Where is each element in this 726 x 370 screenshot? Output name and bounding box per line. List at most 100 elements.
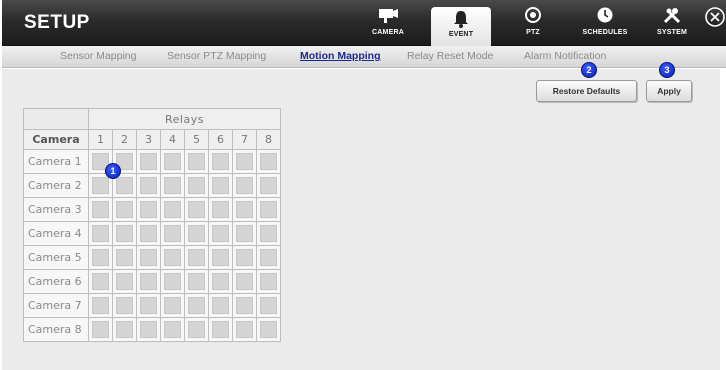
relay-checkbox[interactable]: [260, 225, 277, 242]
relay-toggle-cell[interactable]: [160, 149, 185, 174]
relay-toggle-cell[interactable]: [112, 197, 137, 222]
tab-alarm-notification[interactable]: Alarm Notification: [524, 50, 606, 62]
relay-toggle-cell[interactable]: [208, 173, 233, 198]
relay-checkbox[interactable]: [116, 201, 133, 218]
relay-toggle-cell[interactable]: [160, 173, 185, 198]
tab-sensor-ptz-mapping[interactable]: Sensor PTZ Mapping: [167, 50, 266, 62]
relay-checkbox[interactable]: [116, 249, 133, 266]
relay-checkbox[interactable]: [212, 297, 229, 314]
relay-checkbox[interactable]: [188, 153, 205, 170]
relay-checkbox[interactable]: [164, 297, 181, 314]
relay-checkbox[interactable]: [236, 273, 253, 290]
relay-toggle-cell[interactable]: [88, 269, 113, 294]
relay-toggle-cell[interactable]: [184, 269, 209, 294]
relay-toggle-cell[interactable]: [232, 269, 257, 294]
relay-checkbox[interactable]: [164, 225, 181, 242]
relay-checkbox[interactable]: [212, 321, 229, 338]
relay-checkbox[interactable]: [260, 201, 277, 218]
relay-toggle-cell[interactable]: [184, 317, 209, 342]
relay-toggle-cell[interactable]: [136, 173, 161, 198]
relay-checkbox[interactable]: [236, 297, 253, 314]
relay-toggle-cell[interactable]: [136, 317, 161, 342]
relay-checkbox[interactable]: [92, 321, 109, 338]
relay-checkbox[interactable]: [164, 201, 181, 218]
relay-toggle-cell[interactable]: [136, 245, 161, 270]
relay-checkbox[interactable]: [236, 201, 253, 218]
relay-checkbox[interactable]: [188, 201, 205, 218]
relay-toggle-cell[interactable]: [160, 269, 185, 294]
relay-checkbox[interactable]: [92, 273, 109, 290]
relay-checkbox[interactable]: [188, 177, 205, 194]
relay-toggle-cell[interactable]: [184, 149, 209, 174]
relay-checkbox[interactable]: [116, 177, 133, 194]
nav-event[interactable]: EVENT: [431, 7, 491, 47]
relay-toggle-cell[interactable]: [184, 221, 209, 246]
relay-toggle-cell[interactable]: [232, 173, 257, 198]
relay-checkbox[interactable]: [140, 273, 157, 290]
tab-sensor-mapping[interactable]: Sensor Mapping: [60, 50, 136, 62]
relay-toggle-cell[interactable]: [208, 221, 233, 246]
relay-checkbox[interactable]: [212, 153, 229, 170]
relay-toggle-cell[interactable]: [112, 245, 137, 270]
relay-toggle-cell[interactable]: [208, 293, 233, 318]
relay-toggle-cell[interactable]: [136, 293, 161, 318]
relay-toggle-cell[interactable]: [184, 293, 209, 318]
relay-checkbox[interactable]: [140, 153, 157, 170]
relay-toggle-cell[interactable]: [208, 269, 233, 294]
relay-toggle-cell[interactable]: [88, 245, 113, 270]
relay-toggle-cell[interactable]: [256, 221, 281, 246]
nav-camera[interactable]: CAMERA: [358, 0, 418, 46]
relay-checkbox[interactable]: [116, 321, 133, 338]
relay-toggle-cell[interactable]: [208, 317, 233, 342]
relay-toggle-cell[interactable]: [112, 293, 137, 318]
relay-toggle-cell[interactable]: [136, 221, 161, 246]
relay-toggle-cell[interactable]: [160, 293, 185, 318]
relay-toggle-cell[interactable]: [256, 293, 281, 318]
relay-checkbox[interactable]: [188, 321, 205, 338]
relay-checkbox[interactable]: [92, 201, 109, 218]
relay-checkbox[interactable]: [260, 249, 277, 266]
relay-toggle-cell[interactable]: [232, 317, 257, 342]
relay-toggle-cell[interactable]: [112, 221, 137, 246]
relay-checkbox[interactable]: [188, 249, 205, 266]
close-icon[interactable]: [704, 6, 726, 28]
relay-checkbox[interactable]: [260, 297, 277, 314]
relay-toggle-cell[interactable]: [136, 197, 161, 222]
relay-toggle-cell[interactable]: [88, 293, 113, 318]
relay-toggle-cell[interactable]: [208, 197, 233, 222]
relay-toggle-cell[interactable]: [160, 197, 185, 222]
relay-checkbox[interactable]: [116, 225, 133, 242]
relay-checkbox[interactable]: [236, 321, 253, 338]
relay-toggle-cell[interactable]: [232, 293, 257, 318]
relay-toggle-cell[interactable]: [256, 317, 281, 342]
nav-system[interactable]: SYSTEM: [642, 0, 702, 46]
relay-checkbox[interactable]: [236, 153, 253, 170]
relay-toggle-cell[interactable]: [136, 269, 161, 294]
relay-checkbox[interactable]: [188, 273, 205, 290]
relay-checkbox[interactable]: [92, 297, 109, 314]
relay-toggle-cell[interactable]: [232, 197, 257, 222]
relay-toggle-cell[interactable]: [256, 245, 281, 270]
tab-relay-reset-mode[interactable]: Relay Reset Mode: [407, 50, 493, 62]
relay-toggle-cell[interactable]: [88, 197, 113, 222]
relay-toggle-cell[interactable]: [160, 245, 185, 270]
relay-toggle-cell[interactable]: [112, 317, 137, 342]
relay-toggle-cell[interactable]: [232, 221, 257, 246]
apply-button[interactable]: Apply: [646, 80, 692, 102]
relay-toggle-cell[interactable]: [184, 245, 209, 270]
relay-checkbox[interactable]: [164, 321, 181, 338]
relay-toggle-cell[interactable]: [232, 245, 257, 270]
relay-toggle-cell[interactable]: [136, 149, 161, 174]
tab-motion-mapping[interactable]: Motion Mapping: [300, 50, 380, 62]
relay-checkbox[interactable]: [164, 177, 181, 194]
relay-toggle-cell[interactable]: [88, 317, 113, 342]
relay-checkbox[interactable]: [140, 177, 157, 194]
relay-checkbox[interactable]: [92, 225, 109, 242]
nav-ptz[interactable]: PTZ: [503, 0, 563, 46]
relay-toggle-cell[interactable]: [256, 173, 281, 198]
relay-checkbox[interactable]: [236, 177, 253, 194]
relay-checkbox[interactable]: [140, 225, 157, 242]
relay-toggle-cell[interactable]: [112, 269, 137, 294]
relay-checkbox[interactable]: [260, 177, 277, 194]
relay-checkbox[interactable]: [116, 273, 133, 290]
